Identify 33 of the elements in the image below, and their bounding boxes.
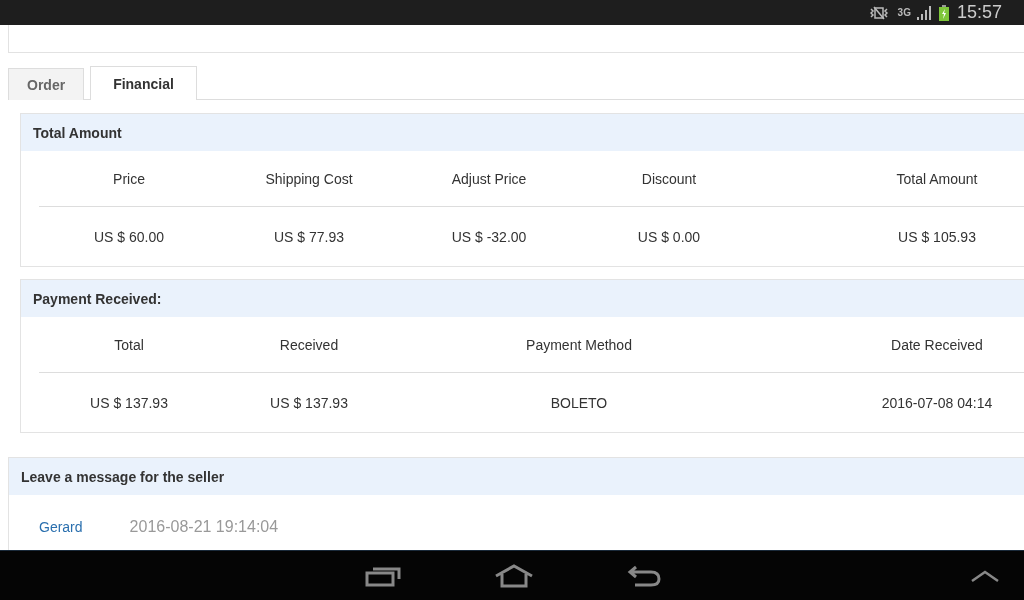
column-header: Price (112, 170, 146, 187)
battery-icon (938, 4, 949, 21)
caret-up-icon[interactable] (970, 569, 1000, 583)
panel-title: Payment Received: (21, 280, 1024, 317)
tab[interactable]: Order (8, 68, 85, 100)
table-cell-text: US $ 105.93 (897, 228, 977, 245)
vibrate-icon (869, 5, 888, 20)
table-cell-text: 2016-07-08 04:14 (880, 394, 994, 411)
column-header: Adjust Price (450, 170, 528, 187)
column-header: Payment Method (525, 336, 633, 353)
table-cell-text: BOLETO (549, 394, 609, 411)
clock-time: 15:57 (956, 2, 1002, 23)
table-cell-text: US $ 137.93 (89, 394, 169, 411)
column-header: Shipping Cost (264, 170, 354, 187)
home-icon[interactable] (494, 563, 534, 588)
author-link[interactable]: Gerard (39, 519, 83, 535)
column-header: Discount (640, 170, 698, 187)
signal-icon (916, 5, 933, 20)
back-icon[interactable] (627, 564, 661, 587)
column-header: Received (278, 336, 340, 353)
network-label: 3G (897, 7, 911, 18)
message-date: 2016-08-21 19:14:04 (129, 518, 279, 536)
table-cell-text: US $ -32.00 (450, 228, 528, 245)
panel-title: Total Amount (21, 114, 1024, 151)
table-cell-text: US $ 137.93 (269, 394, 349, 411)
tab[interactable]: Financial (90, 66, 197, 100)
column-header: Total (113, 336, 145, 353)
table-cell-text: US $ 77.93 (272, 228, 346, 245)
column-header: Total Amount (895, 170, 979, 187)
column-header: Date Received (890, 336, 984, 353)
panel-title: Leave a message for the seller (9, 458, 1024, 495)
table-cell-text: US $ 0.00 (636, 228, 702, 245)
table-cell-text: US $ 60.00 (92, 228, 166, 245)
